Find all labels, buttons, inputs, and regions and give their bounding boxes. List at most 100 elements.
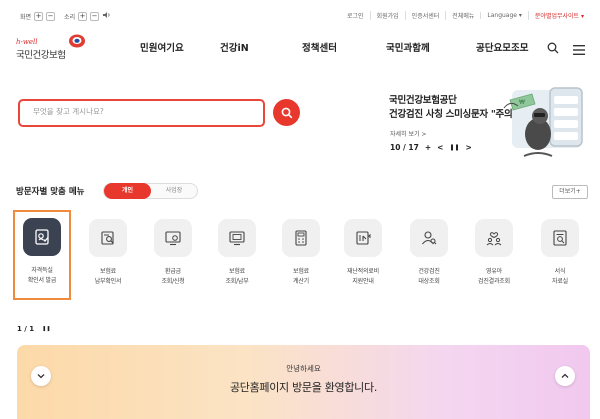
tab-business[interactable]: 사업장 bbox=[151, 184, 197, 198]
search-button-icon bbox=[281, 107, 292, 118]
service-label-line1: 보험료 bbox=[293, 268, 309, 275]
service-label: 보험료 납부확인서 bbox=[80, 267, 136, 287]
search-input[interactable] bbox=[33, 107, 253, 116]
service-item-premium-payment-certificate[interactable]: 보험료 납부확인서 bbox=[80, 212, 136, 287]
login-link[interactable]: 로그인 bbox=[341, 11, 370, 20]
search-box bbox=[18, 99, 265, 127]
nav-policy-center[interactable]: 정책센터 bbox=[302, 40, 386, 54]
nhis-logo[interactable]: h-well 국민건강보험 bbox=[16, 34, 96, 62]
sound-label: 소리 bbox=[64, 13, 76, 21]
service-label-line2: 납부확인서 bbox=[94, 278, 122, 285]
visitor-menu-title: 방문자별 맞춤 메뉴 bbox=[16, 187, 85, 197]
welcome-banner: 안녕하세요 공단홈페이지 방문을 환영합니다. bbox=[17, 345, 590, 419]
cert-center-link[interactable]: 인증서센터 bbox=[404, 11, 446, 20]
tab-personal[interactable]: 개인 bbox=[104, 183, 151, 199]
service-label-line2: 대상조회 bbox=[418, 278, 440, 285]
medical-support-icon bbox=[344, 219, 382, 257]
utility-links: 로그인 회원가입 인증서센터 전체메뉴 Language ▾ 분야별업무사이트 … bbox=[341, 11, 590, 20]
logo-hwell: h-well bbox=[16, 38, 38, 46]
banner-plus-button[interactable]: + bbox=[425, 143, 431, 152]
zoom-in-button[interactable]: + bbox=[34, 11, 44, 21]
service-label-line2: 지원안내 bbox=[352, 278, 374, 285]
svg-text:₩: ₩ bbox=[519, 99, 525, 106]
service-label: 영유아 검진결과조회 bbox=[466, 267, 522, 287]
nav-minwon[interactable]: 민원여기요 bbox=[140, 40, 220, 54]
banner-title-line1: 국민건강보험공단 bbox=[389, 95, 457, 106]
banner-pause-button[interactable]: ❚❚ bbox=[449, 144, 459, 151]
service-item-premium-inquiry-payment[interactable]: 보험료 조회/납부 bbox=[209, 212, 265, 287]
zoom-label: 화면 bbox=[20, 13, 32, 21]
more-button[interactable]: 더보기+ bbox=[552, 185, 588, 199]
language-select[interactable]: Language ▾ bbox=[480, 12, 528, 19]
service-item-catastrophic-medical-support[interactable]: 재난적의료비 지원안내 bbox=[335, 212, 391, 287]
service-label-line2: 확인서 발급 bbox=[27, 277, 57, 284]
sound-down-button[interactable]: − bbox=[90, 11, 100, 21]
service-label-line1: 영유아 bbox=[486, 268, 502, 275]
form-document-icon bbox=[541, 219, 579, 257]
menu-pager: 1 / 1 ❚❚ bbox=[17, 325, 51, 333]
zoom-controls: 화면 + − 소리 + − bbox=[20, 11, 111, 21]
search-button[interactable] bbox=[273, 99, 300, 126]
collapse-up-button[interactable] bbox=[555, 366, 575, 386]
logo-mark-icon bbox=[69, 34, 85, 48]
service-label-line2: 자료실 bbox=[552, 278, 568, 285]
zoom-out-button[interactable]: − bbox=[46, 11, 56, 21]
service-label-line2: 계산기 bbox=[293, 278, 309, 285]
service-label: 환급금 조회/신청 bbox=[145, 267, 201, 287]
service-label: 보험료 계산기 bbox=[273, 267, 329, 287]
banner-next-button[interactable]: > bbox=[466, 143, 472, 152]
banner-page-count: 10 / 17 bbox=[390, 143, 419, 152]
welcome-message: 공단홈페이지 방문을 환영합니다. bbox=[229, 381, 378, 394]
service-label-line1: 환급금 bbox=[165, 268, 181, 275]
menu-page-count: 1 / 1 bbox=[17, 325, 35, 333]
speaker-icon[interactable] bbox=[102, 11, 111, 21]
nav-about[interactable]: 공단요모조모 bbox=[476, 40, 556, 54]
service-item-health-checkup-eligibility[interactable]: 건강검진 대상조회 bbox=[401, 212, 457, 287]
smishing-warning-illustration: ₩ bbox=[503, 87, 583, 157]
banner-prev-button[interactable]: < bbox=[437, 143, 443, 152]
service-label: 자격득실 확인서 발급 bbox=[15, 266, 69, 286]
sound-up-button[interactable]: + bbox=[78, 11, 88, 21]
utility-bar: 화면 + − 소리 + − 로그인 회원가입 인증서센터 전체메뉴 Langua… bbox=[0, 0, 600, 30]
service-label-line1: 재난적의료비 bbox=[347, 268, 379, 275]
banner-title-line2: 건강검진 사칭 스미싱문자 "주의" bbox=[389, 109, 518, 120]
calculator-screen-icon bbox=[218, 219, 256, 257]
signup-link[interactable]: 회원가입 bbox=[369, 11, 405, 20]
certificate-check-icon bbox=[23, 218, 61, 256]
banner-pager: 10 / 17 + < ❚❚ > bbox=[390, 143, 472, 152]
banner-more-link[interactable]: 자세히 보기 > bbox=[390, 129, 426, 138]
hamburger-menu-icon[interactable] bbox=[573, 40, 585, 59]
all-menu-link[interactable]: 전체메뉴 bbox=[445, 11, 480, 20]
person-search-icon bbox=[410, 219, 448, 257]
banner-title[interactable]: 국민건강보험공단 건강검진 사칭 스미싱문자 "주의" bbox=[389, 94, 517, 122]
nav-with-people[interactable]: 국민과함께 bbox=[386, 40, 476, 54]
service-item-qualification-certificate[interactable]: 자격득실 확인서 발급 bbox=[13, 210, 71, 300]
main-navigation: 민원여기요 건강iN 정책센터 국민과함께 공단요모조모 bbox=[140, 40, 556, 54]
service-label: 서식 자료실 bbox=[532, 267, 588, 287]
logo-name: 국민건강보험 bbox=[16, 50, 66, 61]
service-item-form-library[interactable]: 서식 자료실 bbox=[532, 212, 588, 287]
nav-health-in[interactable]: 건강iN bbox=[220, 40, 302, 54]
menu-pause-button[interactable]: ❚❚ bbox=[42, 326, 50, 332]
welcome-greeting: 안녕하세요 bbox=[286, 364, 321, 373]
document-search-icon bbox=[89, 219, 127, 257]
service-label: 건강검진 대상조회 bbox=[401, 267, 457, 287]
service-label-line2: 조회/납부 bbox=[225, 278, 249, 285]
search-icon[interactable] bbox=[547, 39, 559, 58]
service-item-premium-calculator[interactable]: 보험료 계산기 bbox=[273, 212, 329, 287]
service-label-line1: 보험료 bbox=[100, 268, 116, 275]
service-label-line1: 보험료 bbox=[229, 268, 245, 275]
calculator-icon bbox=[282, 219, 320, 257]
service-label-line1: 건강검진 bbox=[418, 268, 440, 275]
service-label-line1: 서식 bbox=[554, 268, 566, 275]
service-item-infant-checkup-results[interactable]: 영유아 검진결과조회 bbox=[466, 212, 522, 287]
service-label-line2: 검진결과조회 bbox=[478, 278, 510, 285]
visitor-type-toggle: 개인 사업장 bbox=[103, 183, 198, 199]
chevron-up-icon bbox=[561, 373, 569, 378]
family-heart-icon bbox=[475, 219, 513, 257]
service-item-refund[interactable]: 환급금 조회/신청 bbox=[145, 212, 201, 287]
service-label-line1: 자격득실 bbox=[31, 267, 53, 274]
service-label: 재난적의료비 지원안내 bbox=[335, 267, 391, 287]
business-site-select[interactable]: 분야별업무사이트 ▾ bbox=[527, 11, 590, 20]
service-label: 보험료 조회/납부 bbox=[209, 267, 265, 287]
